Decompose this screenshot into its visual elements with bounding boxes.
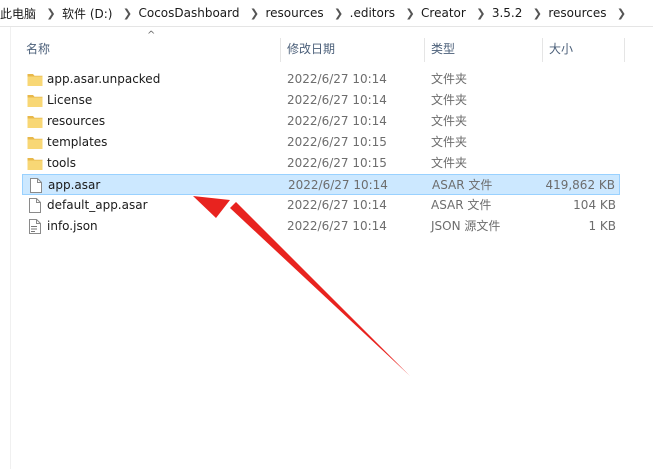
- chevron-right-icon[interactable]: ❯: [399, 7, 421, 20]
- column-header-date[interactable]: 修改日期: [287, 38, 335, 60]
- chevron-right-icon[interactable]: ❯: [526, 7, 548, 20]
- folder-icon: [27, 158, 43, 170]
- folder-icon: [27, 74, 43, 86]
- file-name: tools: [47, 156, 76, 170]
- folder-icon: [27, 95, 43, 107]
- folder-icon: [27, 116, 43, 128]
- chevron-right-icon[interactable]: ❯: [328, 7, 350, 20]
- file-name: resources: [47, 114, 106, 128]
- breadcrumb-item-this-pc[interactable]: 此电脑: [0, 5, 40, 22]
- file-name: templates: [47, 135, 108, 149]
- file-row[interactable]: License 2022/6/27 10:14 文件夹: [22, 90, 620, 111]
- column-header-name[interactable]: 名称: [26, 38, 50, 60]
- breadcrumb-item-current[interactable]: resources: [548, 6, 610, 20]
- file-size: 1 KB: [588, 219, 616, 233]
- file-date: 2022/6/27 10:15: [287, 135, 387, 149]
- file-type: 文件夹: [431, 93, 468, 107]
- file-icon: [30, 178, 42, 193]
- file-name: app.asar: [48, 178, 101, 192]
- chevron-right-icon[interactable]: ❯: [244, 7, 266, 20]
- column-divider[interactable]: [542, 38, 543, 62]
- file-icon: [29, 198, 41, 213]
- column-divider[interactable]: [280, 38, 281, 62]
- file-date: 2022/6/27 10:14: [287, 72, 387, 86]
- breadcrumb-item-editors[interactable]: .editors: [350, 6, 399, 20]
- chevron-right-icon[interactable]: ❯: [611, 7, 633, 20]
- column-divider[interactable]: [624, 38, 625, 62]
- chevron-right-icon[interactable]: ❯: [40, 7, 62, 20]
- file-date: 2022/6/27 10:14: [288, 178, 388, 192]
- file-row[interactable]: app.asar.unpacked 2022/6/27 10:14 文件夹: [22, 69, 620, 90]
- breadcrumb-item-creator[interactable]: Creator: [421, 6, 470, 20]
- chevron-right-icon[interactable]: ❯: [116, 7, 138, 20]
- json-file-icon: [29, 219, 41, 234]
- breadcrumb-item-version[interactable]: 3.5.2: [492, 6, 527, 20]
- column-header-type[interactable]: 类型: [431, 38, 455, 60]
- file-size: 104 KB: [573, 198, 616, 212]
- file-date: 2022/6/27 10:14: [287, 93, 387, 107]
- file-type: ASAR 文件: [431, 198, 492, 212]
- file-name: License: [47, 93, 93, 107]
- nav-pane-edge: [0, 27, 11, 469]
- file-name: app.asar.unpacked: [47, 72, 161, 86]
- file-row[interactable]: templates 2022/6/27 10:15 文件夹: [22, 132, 620, 153]
- file-row[interactable]: default_app.asar 2022/6/27 10:14 ASAR 文件…: [22, 195, 620, 216]
- file-size: 419,862 KB: [545, 178, 615, 192]
- breadcrumb: 此电脑 ❯ 软件 (D:) ❯ CocosDashboard ❯ resourc…: [0, 0, 653, 27]
- file-date: 2022/6/27 10:14: [287, 198, 387, 212]
- file-name: default_app.asar: [47, 198, 148, 212]
- file-type: ASAR 文件: [432, 178, 493, 192]
- file-row[interactable]: resources 2022/6/27 10:14 文件夹: [22, 111, 620, 132]
- file-row-selected[interactable]: app.asar 2022/6/27 10:14 ASAR 文件 419,862…: [22, 174, 620, 195]
- column-divider[interactable]: [424, 38, 425, 62]
- breadcrumb-item-cocosdashboard[interactable]: CocosDashboard: [138, 6, 243, 20]
- file-name: info.json: [47, 219, 98, 233]
- file-date: 2022/6/27 10:14: [287, 114, 387, 128]
- file-type: JSON 源文件: [431, 219, 501, 233]
- file-row[interactable]: tools 2022/6/27 10:15 文件夹: [22, 153, 620, 174]
- file-type: 文件夹: [431, 156, 468, 170]
- file-date: 2022/6/27 10:14: [287, 219, 387, 233]
- chevron-right-icon[interactable]: ❯: [470, 7, 492, 20]
- column-header-size[interactable]: 大小: [549, 38, 573, 60]
- file-type: 文件夹: [431, 135, 468, 149]
- file-row[interactable]: info.json 2022/6/27 10:14 JSON 源文件 1 KB: [22, 216, 620, 237]
- folder-icon: [27, 137, 43, 149]
- file-type: 文件夹: [431, 72, 468, 86]
- column-header: 名称 修改日期 类型 大小: [0, 38, 653, 62]
- file-date: 2022/6/27 10:15: [287, 156, 387, 170]
- breadcrumb-item-drive[interactable]: 软件 (D:): [62, 5, 116, 22]
- breadcrumb-item-resources[interactable]: resources: [266, 6, 328, 20]
- file-type: 文件夹: [431, 114, 468, 128]
